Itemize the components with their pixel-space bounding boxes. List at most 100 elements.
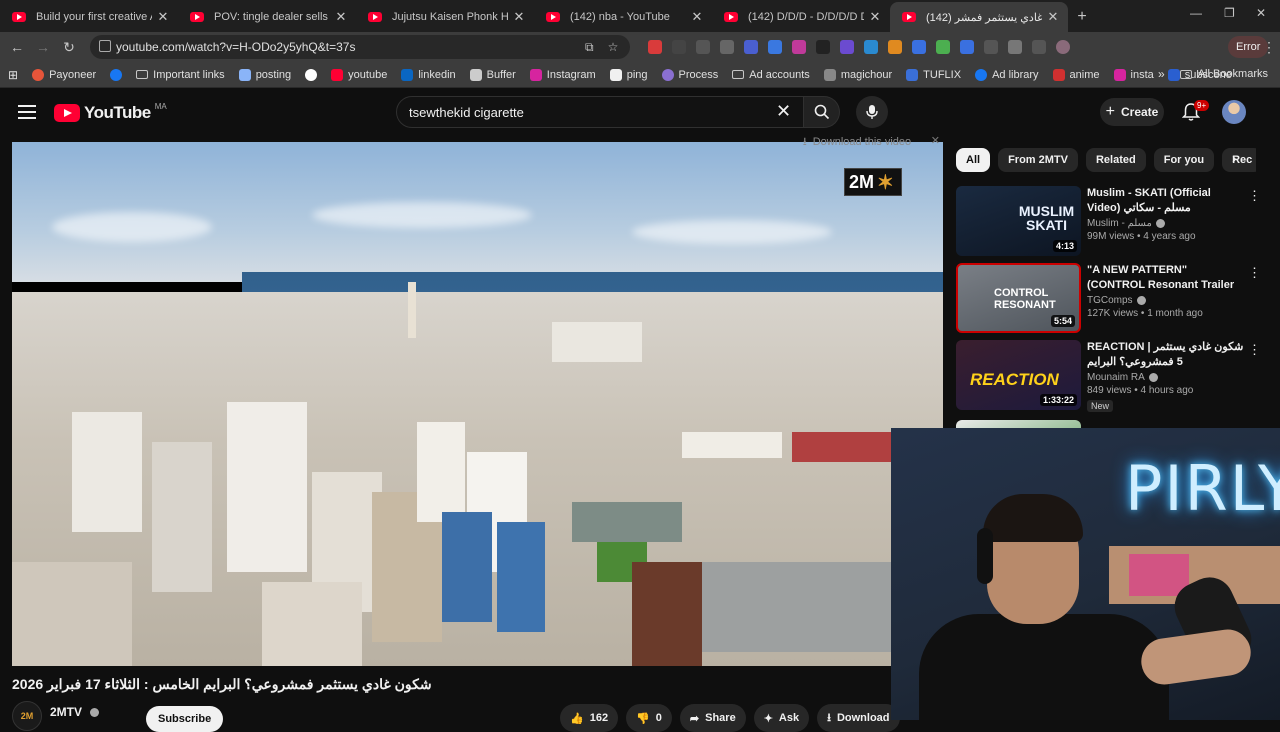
extension-icon[interactable] — [960, 40, 974, 54]
close-tab-icon[interactable]: ✕ — [1046, 9, 1060, 25]
extension-icon[interactable] — [672, 40, 686, 54]
search-input[interactable]: tsewthekid cigarette — [396, 96, 804, 128]
more-bookmarks-icon[interactable]: » — [1158, 67, 1165, 81]
recommendation-title[interactable]: Muslim - SKATI (Official Video) مسلم - س… — [1087, 186, 1247, 216]
bookmark-folder-ad-accounts[interactable]: Ad accounts — [732, 69, 810, 81]
more-actions-icon[interactable]: ⋮ — [1248, 188, 1261, 204]
chip-all[interactable]: All — [956, 148, 991, 172]
url-field[interactable]: youtube.com/watch?v=H-ODo2y5yhQ&t=37s — [90, 35, 630, 59]
extension-icon[interactable] — [816, 40, 830, 54]
download-button[interactable]: ⭳ Download — [817, 704, 900, 732]
bookmark-magichour[interactable]: magichour — [823, 68, 892, 81]
recommendation-item[interactable]: CONTROL RESONANT 5:54 "A NEW PATTERN" (C… — [956, 263, 1266, 333]
bookmark-facebook[interactable] — [110, 68, 123, 81]
browser-tab-active[interactable]: (142) شكون غادي يستثمر فمشر... ✕ — [890, 2, 1068, 32]
extension-icon[interactable] — [648, 40, 662, 54]
extension-icon[interactable] — [936, 40, 950, 54]
subscribe-button[interactable]: Subscribe — [146, 706, 224, 732]
close-tab-icon[interactable]: ✕ — [156, 9, 170, 25]
recommendation-title[interactable]: "A NEW PATTERN" (CONTROL Resonant Traile… — [1087, 263, 1247, 293]
back-icon[interactable]: ← — [8, 39, 26, 55]
apps-grid-icon[interactable]: ⊞ — [8, 68, 18, 82]
recommendation-channel[interactable]: TGComps — [1087, 295, 1247, 306]
close-overlay-icon[interactable]: ✕ — [931, 134, 940, 147]
chip-from-channel[interactable]: From 2MTV — [998, 148, 1078, 172]
voice-search-button[interactable] — [856, 96, 888, 128]
bookmark-buffer[interactable]: Buffer — [469, 68, 516, 81]
bookmark-ad-library[interactable]: Ad library — [975, 68, 1039, 81]
bookmark-ping[interactable]: ping — [609, 68, 648, 81]
recommendation-item[interactable]: REACTION 1:33:22 REACTION | شكون غادي يس… — [956, 340, 1266, 412]
extension-icon[interactable] — [864, 40, 878, 54]
channel-avatar[interactable]: 2M — [12, 701, 42, 731]
recommendation-channel[interactable]: Muslim - مسلم — [1087, 218, 1247, 229]
extension-icon[interactable] — [696, 40, 710, 54]
bookmark-instagram[interactable]: Instagram — [529, 68, 596, 81]
close-tab-icon[interactable]: ✕ — [334, 9, 348, 25]
browser-tab[interactable]: Build your first creative AI work ✕ — [0, 2, 178, 32]
create-button[interactable]: + Create — [1100, 98, 1164, 126]
all-bookmarks-button[interactable]: All Bookmarks — [1179, 68, 1268, 80]
chip-for-you[interactable]: For you — [1153, 148, 1215, 172]
chip-recent[interactable]: Rec — [1222, 148, 1256, 172]
video-player[interactable]: 2M ✶ — [12, 142, 943, 666]
extension-icon[interactable] — [840, 40, 854, 54]
bookmark-folder-important-links[interactable]: Important links — [136, 69, 225, 81]
extension-icon[interactable] — [720, 40, 734, 54]
extension-icon[interactable] — [768, 40, 782, 54]
browser-tab[interactable]: Jujutsu Kaisen Phonk HD - YouT ✕ — [356, 2, 534, 32]
bookmark-youtube[interactable]: youtube — [331, 68, 387, 81]
extension-icon[interactable] — [888, 40, 902, 54]
site-info-icon[interactable] — [99, 40, 111, 52]
bookmark-google[interactable] — [305, 68, 318, 81]
extensions-puzzle-icon[interactable] — [1008, 40, 1022, 54]
forward-icon[interactable]: → — [34, 39, 52, 55]
browser-menu-icon[interactable]: ⋮ — [1262, 39, 1276, 56]
video-thumbnail[interactable]: REACTION 1:33:22 — [956, 340, 1081, 410]
new-tab-button[interactable]: + — [1068, 2, 1096, 32]
menu-icon[interactable] — [18, 105, 36, 119]
restore-icon[interactable]: ❐ — [1224, 6, 1235, 20]
channel-name[interactable]: 2MTV — [50, 705, 82, 719]
video-thumbnail[interactable]: MUSLIM SKATI 4:13 — [956, 186, 1081, 256]
share-button[interactable]: ➦ Share — [679, 704, 746, 732]
video-thumbnail[interactable]: CONTROL RESONANT 5:54 — [956, 263, 1081, 333]
chip-related[interactable]: Related — [1085, 148, 1146, 172]
extension-icon[interactable] — [912, 40, 926, 54]
bookmark-star-icon[interactable]: ☆ — [608, 40, 619, 55]
bookmark-tuflix[interactable]: TUFLIX — [906, 68, 961, 81]
like-button[interactable]: 👍 162 — [560, 704, 619, 732]
browser-tab[interactable]: (142) nba - YouTube ✕ — [534, 2, 712, 32]
dislike-button[interactable]: 👎 0 — [626, 704, 672, 732]
media-controls-icon[interactable] — [1032, 40, 1046, 54]
bookmark-process[interactable]: Process — [661, 68, 718, 81]
bookmark-anime[interactable]: anime — [1052, 68, 1100, 81]
extension-icon[interactable] — [792, 40, 806, 54]
recommendation-item[interactable]: MUSLIM SKATI 4:13 Muslim - SKATI (Offici… — [956, 186, 1266, 256]
recommendation-title[interactable]: REACTION | شكون غادي يستثمر 5 فمشروعي؟ ا… — [1087, 340, 1247, 370]
bookmark-posting[interactable]: posting — [238, 68, 291, 81]
more-actions-icon[interactable]: ⋮ — [1248, 342, 1261, 358]
close-tab-icon[interactable]: ✕ — [868, 9, 882, 25]
bookmark-insta[interactable]: insta — [1113, 68, 1154, 81]
browser-tab[interactable]: POV: tingle dealer sells you $25 ✕ — [178, 2, 356, 32]
chevron-right-icon[interactable]: › — [1232, 150, 1237, 166]
account-avatar[interactable] — [1222, 100, 1246, 124]
profile-icon[interactable] — [1056, 40, 1070, 54]
extension-icon[interactable] — [984, 40, 998, 54]
close-tab-icon[interactable]: ✕ — [690, 9, 704, 25]
browser-tab[interactable]: (142) D/D/D - D/D/D/D Dimen ✕ — [712, 2, 890, 32]
extension-icon[interactable] — [744, 40, 758, 54]
close-window-icon[interactable]: ✕ — [1256, 6, 1266, 20]
recommendation-channel[interactable]: Mounaim RA — [1087, 372, 1247, 383]
search-button[interactable] — [804, 96, 840, 128]
minimize-icon[interactable]: — — [1190, 6, 1202, 20]
more-actions-icon[interactable]: ⋮ — [1248, 265, 1261, 281]
clear-search-icon[interactable]: ✕ — [776, 101, 791, 122]
download-video-overlay[interactable]: ⭳ Download this video ✕ — [776, 134, 940, 150]
reload-icon[interactable]: ↻ — [60, 39, 78, 56]
install-app-icon[interactable]: ⧉ — [585, 40, 594, 55]
youtube-logo[interactable]: YouTube MA — [54, 102, 167, 123]
bookmark-linkedin[interactable]: linkedin — [401, 68, 456, 81]
bookmark-payoneer[interactable]: Payoneer — [32, 68, 96, 81]
